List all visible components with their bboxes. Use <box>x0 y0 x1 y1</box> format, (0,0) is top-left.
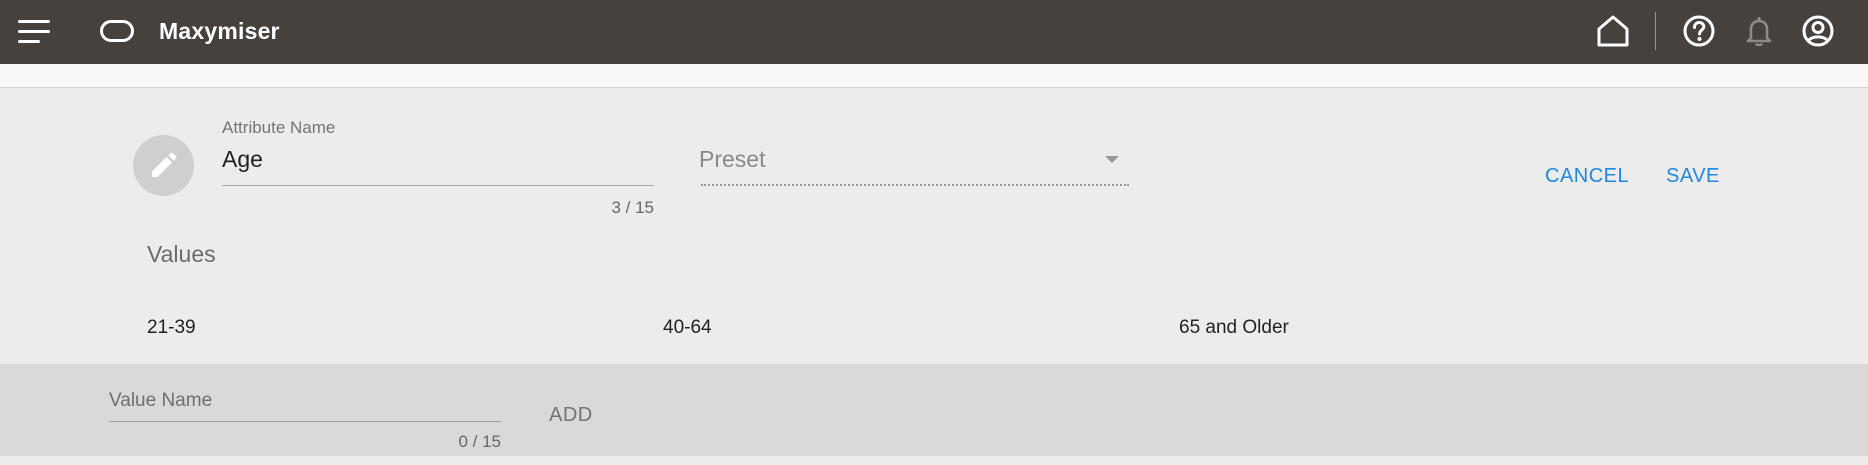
app-brand: Maxymiser <box>159 18 280 44</box>
top-app-bar: Maxymiser <box>0 0 1868 64</box>
value-name-underline <box>109 421 501 422</box>
header-divider <box>1655 12 1656 50</box>
sub-toolbar <box>0 64 1868 88</box>
save-button[interactable]: SAVE <box>1666 165 1720 188</box>
attribute-name-label: Attribute Name <box>222 118 336 137</box>
add-value-bar <box>0 364 1868 456</box>
notifications-icon[interactable] <box>1742 14 1776 48</box>
oracle-logo-icon <box>100 20 134 42</box>
home-icon[interactable] <box>1596 14 1630 48</box>
value-item[interactable]: 65 and Older <box>1179 317 1289 339</box>
help-icon[interactable] <box>1682 14 1716 48</box>
value-name-input[interactable]: Value Name <box>109 390 212 412</box>
value-item[interactable]: 21-39 <box>147 317 196 339</box>
pencil-icon <box>152 152 177 177</box>
edit-attribute-button[interactable] <box>133 135 194 196</box>
value-item[interactable]: 40-64 <box>663 317 712 339</box>
attribute-name-counter: 3 / 15 <box>611 198 654 217</box>
bottom-strip <box>0 456 1868 465</box>
add-value-button[interactable]: ADD <box>549 404 593 427</box>
values-heading: Values <box>147 241 216 267</box>
cancel-button[interactable]: CANCEL <box>1545 165 1629 188</box>
preset-underline <box>701 184 1129 186</box>
attribute-name-underline <box>222 185 654 186</box>
chevron-down-icon[interactable] <box>1105 156 1119 163</box>
attribute-name-input[interactable]: Age <box>222 146 263 173</box>
menu-icon[interactable] <box>18 20 50 44</box>
preset-select[interactable]: Preset <box>699 146 765 173</box>
value-name-counter: 0 / 15 <box>458 432 501 451</box>
account-icon[interactable] <box>1801 14 1835 48</box>
